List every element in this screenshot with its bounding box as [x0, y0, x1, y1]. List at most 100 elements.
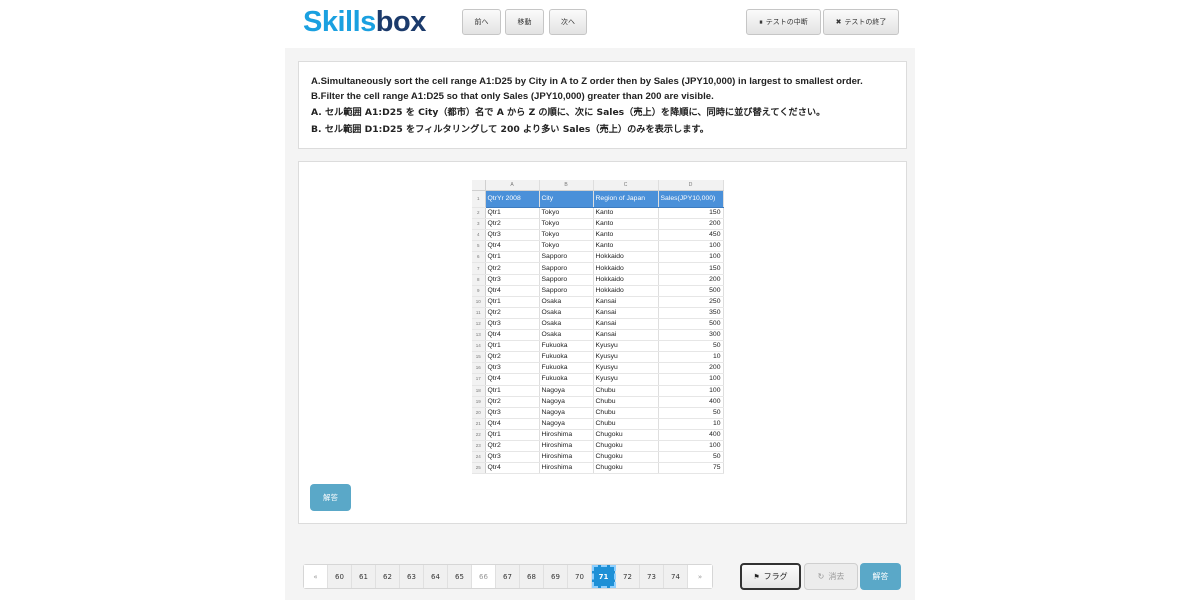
page-link[interactable]: 69	[544, 565, 568, 588]
prev-button[interactable]: 前へ	[462, 9, 501, 35]
answer-button[interactable]: 解答	[860, 563, 901, 590]
page-link[interactable]: 60	[328, 565, 352, 588]
table-cell: Chubu	[593, 407, 659, 419]
row-number: 5	[472, 240, 486, 253]
page-link[interactable]: 74	[664, 565, 688, 588]
flag-button[interactable]: ⚑ フラグ	[740, 563, 801, 590]
table-cell: 10	[658, 418, 724, 430]
end-test-button[interactable]: ✖ テストの終了	[823, 9, 899, 35]
table-cell: Osaka	[539, 307, 594, 319]
table-cell: Qtr1	[485, 207, 540, 220]
page-link[interactable]: 72	[616, 565, 640, 588]
table-cell: Qtr4	[485, 373, 540, 386]
page-link[interactable]: 73	[640, 565, 664, 588]
page-link[interactable]: 65	[448, 565, 472, 588]
row-number: 21	[472, 418, 486, 430]
header-cell: QtrYr 2008	[485, 190, 540, 208]
table-row: 8 Qtr3 Sapporo Hokkaido 200	[472, 274, 724, 286]
table-cell: Qtr1	[485, 429, 540, 441]
table-cell: 200	[658, 274, 724, 286]
table-cell: Chubu	[593, 396, 659, 408]
move-label: 移動	[517, 18, 532, 26]
row-number: 14	[472, 340, 486, 353]
page-link[interactable]: 62	[376, 565, 400, 588]
spreadsheet-image: A B C D 1 QtrYr 2008 City Region of Japa…	[472, 180, 729, 479]
table-cell: Nagoya	[539, 396, 594, 408]
table-row: 14 Qtr1 Fukuoka Kyusyu 50	[472, 340, 724, 353]
row-number: 24	[472, 451, 486, 464]
table-cell: Tokyo	[539, 240, 594, 253]
question-line-a-jp: A. セル範囲 A1:D25 を City（都市）名で A から Z の順に、次…	[311, 107, 826, 118]
table-cell: Qtr1	[485, 340, 540, 353]
table-cell: Osaka	[539, 329, 594, 342]
table-cell: Qtr3	[485, 451, 540, 464]
row-number: 15	[472, 351, 486, 364]
move-button[interactable]: 移動	[505, 9, 544, 35]
table-cell: Chubu	[593, 385, 659, 397]
prev-label: 前へ	[474, 18, 489, 26]
row-number: 8	[472, 274, 486, 286]
table-row: 21 Qtr4 Nagoya Chubu 10	[472, 418, 724, 430]
table-cell: Hiroshima	[539, 429, 594, 441]
page-link[interactable]: 68	[520, 565, 544, 588]
table-cell: Kansai	[593, 307, 659, 319]
close-icon: ✖	[835, 18, 842, 26]
col-letter: A	[485, 180, 540, 191]
table-row: 22 Qtr1 Hiroshima Chugoku 400	[472, 429, 724, 441]
pagination-prev[interactable]: «	[304, 565, 328, 588]
table-cell: 300	[658, 329, 724, 342]
table-cell: Kanto	[593, 229, 659, 242]
clear-label: 消去	[828, 572, 845, 581]
table-cell: Kansai	[593, 318, 659, 331]
table-row: 4 Qtr3 Tokyo Kanto 450	[472, 229, 724, 242]
table-cell: Kyusyu	[593, 373, 659, 386]
table-cell: Fukuoka	[539, 351, 594, 364]
page-link[interactable]: 64	[424, 565, 448, 588]
corner-cell	[472, 180, 486, 191]
row-number: 12	[472, 318, 486, 331]
page-link[interactable]: 67	[496, 565, 520, 588]
row-number: 1	[472, 190, 486, 208]
table-cell: Chubu	[593, 418, 659, 430]
answer-button-small[interactable]: 解答	[310, 484, 351, 511]
col-letter: B	[539, 180, 594, 191]
pause-test-button[interactable]: ⏸ テストの中断	[746, 9, 821, 35]
table-row: 20 Qtr3 Nagoya Chubu 50	[472, 407, 724, 419]
page-link-current[interactable]: 71	[592, 565, 616, 588]
table-cell: 400	[658, 396, 724, 408]
table-cell: Qtr2	[485, 307, 540, 319]
answer-label: 解答	[872, 572, 889, 581]
page-link[interactable]: 61	[352, 565, 376, 588]
table-cell: Tokyo	[539, 229, 594, 242]
col-letter: C	[593, 180, 659, 191]
table-cell: Hokkaido	[593, 285, 659, 297]
table-cell: Chugoku	[593, 451, 659, 464]
table-cell: 10	[658, 351, 724, 364]
table-cell: Kyusyu	[593, 362, 659, 375]
pagination-next[interactable]: »	[688, 565, 712, 588]
page-link[interactable]: 63	[400, 565, 424, 588]
row-number: 20	[472, 407, 486, 419]
table-cell: Sapporo	[539, 285, 594, 297]
header-cell: Region of Japan	[593, 190, 659, 208]
table-row: 2 Qtr1 Tokyo Kanto 150	[472, 207, 724, 220]
next-button[interactable]: 次へ	[549, 9, 587, 35]
table-cell: 250	[658, 296, 724, 308]
table-cell: Qtr3	[485, 407, 540, 419]
pause-icon: ⏸	[759, 17, 763, 26]
refresh-icon: ↻	[817, 572, 825, 581]
table-row: 9 Qtr4 Sapporo Hokkaido 500	[472, 285, 724, 297]
question-line-b-jp: B. セル範囲 D1:D25 をフィルタリングして 200 より多い Sales…	[311, 124, 709, 135]
table-cell: Kyusyu	[593, 340, 659, 353]
logo-part-box: box	[375, 6, 427, 38]
table-cell: Fukuoka	[539, 340, 594, 353]
table-cell: 50	[658, 340, 724, 353]
table-cell: Qtr4	[485, 418, 540, 430]
table-row: 23 Qtr2 Hiroshima Chugoku 100	[472, 440, 724, 453]
header-cell: Sales(JPY10,000)	[658, 190, 724, 208]
page-link[interactable]: 70	[568, 565, 592, 588]
clear-button[interactable]: ↻ 消去	[804, 563, 858, 590]
question-panel: A.Simultaneously sort the cell range A1:…	[298, 61, 907, 149]
page-link[interactable]: 66	[472, 565, 496, 588]
table-row: 10 Qtr1 Osaka Kansai 250	[472, 296, 724, 308]
